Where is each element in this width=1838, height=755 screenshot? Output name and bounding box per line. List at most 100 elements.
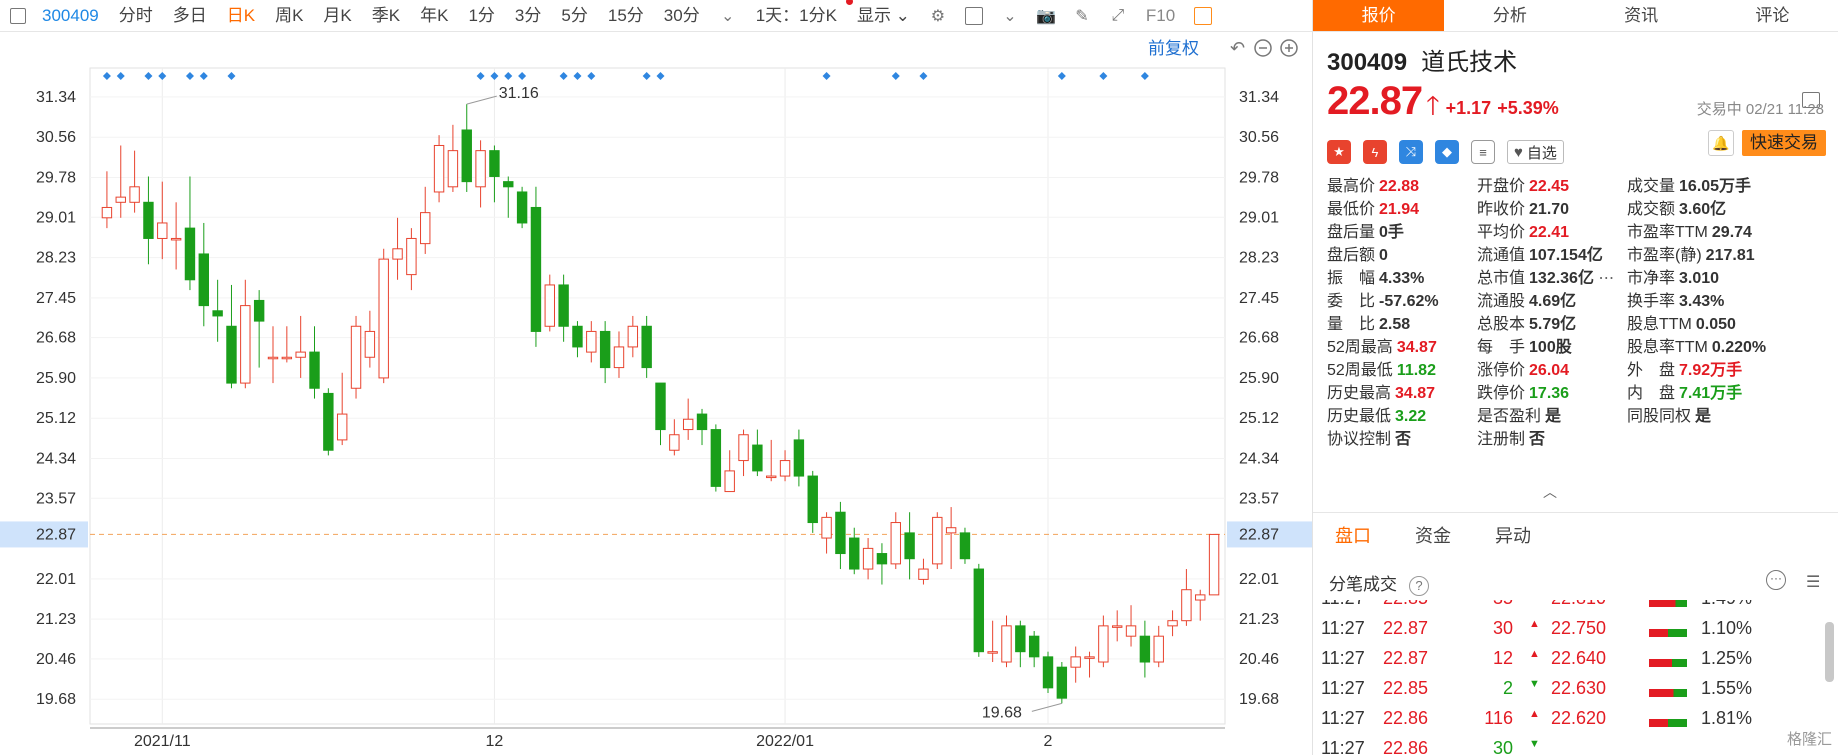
candle-body[interactable]: [1125, 625, 1137, 637]
candle-body[interactable]: [115, 196, 126, 203]
candle-body[interactable]: [876, 553, 888, 565]
kline-chart[interactable]: 2021/11 12 2022/01 2 31.34 31.34 30.56 30.56 29.…: [0, 32, 1313, 755]
candle-body[interactable]: [1056, 666, 1068, 699]
chevron-up-icon[interactable]: ︿: [1543, 482, 1557, 502]
period-tab[interactable]: 季K: [362, 0, 410, 32]
candle-body[interactable]: [129, 186, 140, 203]
panel-tab[interactable]: 报价: [1313, 0, 1445, 31]
candle-body[interactable]: [350, 325, 362, 389]
candle-body[interactable]: [364, 330, 376, 358]
scrollbar[interactable]: [1825, 622, 1834, 682]
candle-body[interactable]: [973, 568, 985, 653]
chevron-down-icon[interactable]: ⌄: [998, 4, 1022, 28]
sub-tab[interactable]: 异动: [1473, 522, 1553, 548]
candle-body[interactable]: [696, 413, 708, 431]
fullscreen-icon[interactable]: ⤢: [1106, 4, 1130, 28]
candle-body[interactable]: [198, 253, 210, 307]
candle-body[interactable]: [1153, 635, 1164, 663]
candle-body[interactable]: [295, 351, 306, 358]
candle-body[interactable]: [945, 527, 957, 534]
candle-body[interactable]: [530, 206, 542, 332]
candle-body[interactable]: [890, 522, 901, 565]
period-tab[interactable]: 月K: [313, 0, 361, 32]
period-tab[interactable]: 5分: [551, 0, 597, 32]
period-tab[interactable]: 日K: [217, 0, 265, 32]
candle-body[interactable]: [1042, 656, 1054, 689]
candle-body[interactable]: [572, 325, 583, 348]
candle-body[interactable]: [835, 511, 846, 555]
china-flag-icon[interactable]: ★: [1327, 140, 1351, 164]
undo-icon[interactable]: ↶: [1230, 38, 1245, 59]
stock-code-label[interactable]: 300409: [36, 0, 109, 32]
period-tab[interactable]: 3分: [505, 0, 551, 32]
panel-tab[interactable]: 资讯: [1576, 0, 1707, 31]
candle-body[interactable]: [281, 356, 293, 360]
candle-body[interactable]: [309, 351, 320, 389]
candle-body[interactable]: [1084, 656, 1095, 659]
candle-body[interactable]: [240, 305, 251, 384]
candle-body[interactable]: [184, 227, 196, 281]
pen-icon[interactable]: ✎: [1070, 4, 1094, 28]
candle-body[interactable]: [157, 222, 168, 239]
candle-body[interactable]: [627, 325, 639, 348]
list-menu-icon[interactable]: ☰: [1806, 572, 1824, 592]
candle-body[interactable]: [420, 212, 431, 245]
candle-body[interactable]: [904, 532, 915, 560]
quick-trade-button[interactable]: 快速交易: [1742, 130, 1826, 156]
candle-body[interactable]: [669, 434, 680, 451]
candle-body[interactable]: [1028, 635, 1040, 658]
f10-button[interactable]: F10: [1136, 0, 1185, 32]
period-tab[interactable]: 分时: [109, 0, 163, 32]
candle-body[interactable]: [378, 258, 389, 379]
lightning-icon[interactable]: ϟ: [1363, 140, 1387, 164]
panel-toggle-icon[interactable]: [1191, 4, 1215, 28]
candle-body[interactable]: [558, 284, 569, 327]
candle-body[interactable]: [682, 418, 694, 431]
period-tab[interactable]: 年K: [410, 0, 458, 32]
sub-tab[interactable]: 盘口: [1313, 522, 1393, 548]
sidebar-toggle-icon[interactable]: [6, 4, 30, 28]
candle-body[interactable]: [959, 532, 971, 560]
candle-body[interactable]: [793, 439, 805, 477]
chevron-down-icon[interactable]: ⌄: [716, 4, 740, 28]
candle-body[interactable]: [724, 470, 735, 493]
candle-body[interactable]: [516, 191, 528, 224]
candle-body[interactable]: [336, 413, 348, 441]
tick-trades-list[interactable]: 11:27 22.85 35 ▲ 22.810 1.49% 11:27 22.87 30 ▲ 22.…: [1313, 600, 1838, 755]
note-icon[interactable]: ≡: [1471, 140, 1495, 164]
candle-body[interactable]: [613, 346, 625, 369]
candle-body[interactable]: [447, 150, 459, 188]
period-tab[interactable]: 多日: [163, 0, 217, 32]
candle-body[interactable]: [1070, 656, 1081, 668]
candle-body[interactable]: [1111, 625, 1123, 628]
add-watchlist-button[interactable]: ♥ 自选: [1507, 140, 1564, 164]
gear-icon[interactable]: ⚙: [926, 4, 950, 28]
candle-body[interactable]: [1167, 620, 1178, 627]
candle-body[interactable]: [862, 547, 874, 570]
camera-icon[interactable]: 📷: [1034, 4, 1058, 28]
bell-icon[interactable]: 🔔: [1708, 130, 1734, 156]
panel-tab[interactable]: 分析: [1444, 0, 1575, 31]
candle-body[interactable]: [987, 651, 998, 654]
candle-body[interactable]: [1015, 625, 1026, 653]
period-tab[interactable]: 1分: [458, 0, 504, 32]
candle-body[interactable]: [143, 201, 154, 239]
candle-body[interactable]: [807, 475, 818, 524]
candle-body[interactable]: [433, 144, 445, 193]
candle-body[interactable]: [489, 150, 500, 177]
panel-tab[interactable]: 评论: [1707, 0, 1838, 31]
candle-body[interactable]: [267, 356, 279, 360]
candle-body[interactable]: [1139, 635, 1151, 663]
tag-icon[interactable]: ◆: [1435, 140, 1459, 164]
square-icon[interactable]: [962, 4, 986, 28]
candle-body[interactable]: [1001, 625, 1012, 663]
kline-svg[interactable]: 2021/11 12 2022/01 2 31.34 31.34 30.56 30.56 29.…: [0, 32, 1313, 755]
display-menu[interactable]: 显示 ⌄: [847, 0, 920, 32]
candle-body[interactable]: [503, 181, 514, 188]
candle-body[interactable]: [918, 568, 929, 580]
candle-body[interactable]: [226, 325, 237, 384]
period-tab[interactable]: 周K: [265, 0, 313, 32]
candle-body[interactable]: [323, 392, 334, 451]
candle-body[interactable]: [1208, 533, 1220, 596]
candle-body[interactable]: [849, 537, 860, 570]
